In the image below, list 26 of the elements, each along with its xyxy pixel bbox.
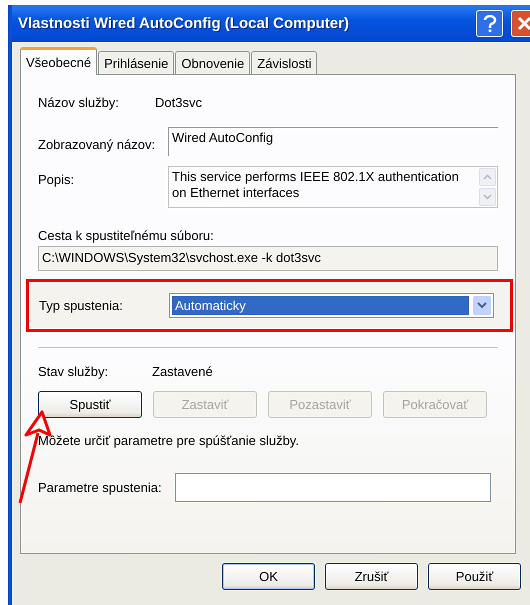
field-label: Cesta k spustiteľnému súboru: [38,228,215,243]
field-label: Stav služby: [38,364,110,379]
service-name: Dot3svc [155,95,202,110]
close-icon[interactable] [511,10,530,37]
field-label: Zobrazovaný názov: [38,136,156,152]
startup-type-dropdown[interactable]: Automaticky [169,293,494,318]
start-parameters-field[interactable] [175,473,491,502]
dialog-button[interactable]: OK [222,563,315,590]
service-status: Zastavené [152,364,213,379]
service-button[interactable]: Spustiť [38,391,142,418]
path-field: C:\WINDOWS\System32\svchost.exe -k dot3svc [38,246,498,271]
display-name-field[interactable]: Wired AutoConfig [168,127,498,156]
help-icon[interactable] [476,10,503,37]
chevron-down-icon[interactable] [473,296,491,315]
tab[interactable]: Závislosti [251,51,318,75]
field-label: Popis: [38,171,76,187]
tab[interactable]: Prihlásenie [98,51,174,75]
tab[interactable]: Všeobecné [20,47,98,75]
field-label: Typ spustenia: [39,298,124,313]
field-label: Názov služby: [38,95,120,110]
tab[interactable]: Obnovenie [175,51,250,75]
field-label: Parametre spustenia: [38,480,163,495]
dialog-button[interactable]: Použiť [428,563,521,590]
window-title: Vlastnosti Wired AutoConfig (Local Computer) [18,15,350,32]
dialog-button[interactable]: Zrušiť [325,563,418,590]
hint-text: Môžete určiť parametre pre spúšťanie služby. [38,433,300,448]
